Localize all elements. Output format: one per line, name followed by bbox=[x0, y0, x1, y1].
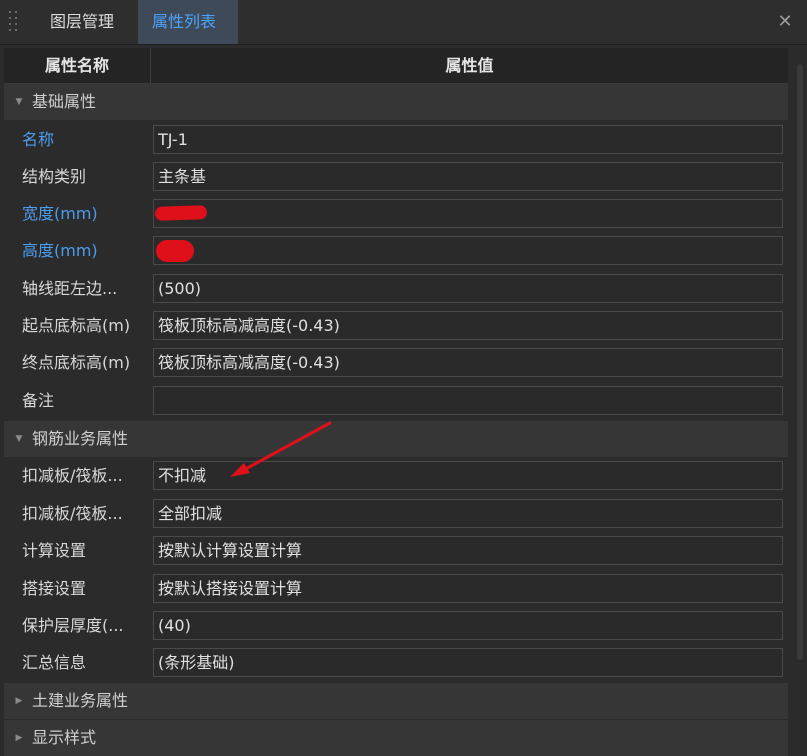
vertical-scrollbar[interactable] bbox=[797, 64, 803, 660]
property-row-height: 高度(mm) bbox=[4, 232, 788, 269]
property-table-header: 属性名称 属性值 bbox=[4, 48, 788, 84]
group-label: 土建业务属性 bbox=[32, 691, 129, 710]
property-label: 搭接设置 bbox=[22, 579, 87, 598]
group-label: 钢筋业务属性 bbox=[32, 429, 129, 448]
column-header-name: 属性名称 bbox=[4, 48, 151, 83]
triangle-down-icon[interactable]: ▼ bbox=[12, 84, 26, 120]
property-value-field[interactable] bbox=[153, 386, 783, 415]
property-value-field[interactable]: (500) bbox=[153, 274, 783, 303]
property-value-field[interactable]: 主条基 bbox=[153, 162, 783, 191]
property-label: 结构类别 bbox=[22, 167, 87, 186]
group-basic-properties[interactable]: ▼ 基础属性 bbox=[4, 84, 788, 120]
redaction-mark bbox=[154, 205, 208, 221]
property-value-field[interactable]: TJ-1 bbox=[153, 125, 783, 154]
property-row-lap-settings: 搭接设置 按默认搭接设置计算 bbox=[4, 570, 788, 607]
property-value-field[interactable] bbox=[153, 199, 783, 228]
annotation-arrow bbox=[230, 421, 332, 477]
property-row-deduct-slab-1: 扣减板/筏板... 不扣减 bbox=[4, 457, 788, 494]
property-value-field[interactable]: 筏板顶标高减高度(-0.43) bbox=[153, 311, 783, 340]
column-header-value: 属性值 bbox=[445, 56, 494, 75]
group-rebar-properties[interactable]: ▼ 钢筋业务属性 bbox=[4, 421, 788, 457]
property-value-field[interactable]: 按默认搭接设置计算 bbox=[153, 574, 783, 603]
drag-grip-icon[interactable] bbox=[9, 11, 19, 33]
property-value-field[interactable]: 全部扣减 bbox=[153, 499, 783, 528]
property-value-field[interactable]: (条形基础) bbox=[153, 648, 783, 677]
property-row-summary-info: 汇总信息 (条形基础) bbox=[4, 644, 788, 681]
property-row-remarks: 备注 bbox=[4, 382, 788, 419]
property-row-calc-settings: 计算设置 按默认计算设置计算 bbox=[4, 532, 788, 569]
property-label: 保护层厚度(... bbox=[22, 616, 124, 635]
close-icon[interactable]: ✕ bbox=[777, 11, 793, 33]
property-label: 备注 bbox=[22, 391, 55, 410]
property-row-start-elevation: 起点底标高(m) 筏板顶标高减高度(-0.43) bbox=[4, 307, 788, 344]
property-label: 扣减板/筏板... bbox=[22, 504, 123, 523]
group-label: 显示样式 bbox=[32, 728, 97, 747]
property-label: 宽度(mm) bbox=[22, 204, 98, 223]
property-value-field[interactable] bbox=[153, 236, 783, 265]
property-label: 终点底标高(m) bbox=[22, 353, 131, 372]
property-label: 高度(mm) bbox=[22, 241, 98, 260]
property-row-cover-thickness: 保护层厚度(... (40) bbox=[4, 607, 788, 644]
property-label: 扣减板/筏板... bbox=[22, 466, 123, 485]
property-value-field[interactable]: (40) bbox=[153, 611, 783, 640]
redaction-mark bbox=[156, 240, 194, 262]
property-value-field[interactable]: 筏板顶标高减高度(-0.43) bbox=[153, 348, 783, 377]
property-row-width: 宽度(mm) bbox=[4, 195, 788, 232]
property-label: 汇总信息 bbox=[22, 653, 87, 672]
group-civil-properties[interactable]: ▶ 土建业务属性 bbox=[4, 683, 788, 719]
triangle-right-icon[interactable]: ▶ bbox=[12, 683, 26, 719]
property-value-field[interactable]: 按默认计算设置计算 bbox=[153, 536, 783, 565]
property-label: 计算设置 bbox=[22, 541, 87, 560]
triangle-down-icon[interactable]: ▼ bbox=[12, 421, 26, 457]
property-row-axis-offset: 轴线距左边... (500) bbox=[4, 270, 788, 307]
tab-property-list[interactable]: 属性列表 bbox=[138, 0, 238, 44]
property-label: 轴线距左边... bbox=[22, 279, 118, 298]
tab-bar: 图层管理 属性列表 ✕ bbox=[0, 0, 807, 45]
property-label: 名称 bbox=[22, 130, 55, 149]
property-row-name: 名称 TJ-1 bbox=[4, 121, 788, 158]
property-row-deduct-slab-2: 扣减板/筏板... 全部扣减 bbox=[4, 495, 788, 532]
group-label: 基础属性 bbox=[32, 92, 97, 111]
group-display-style[interactable]: ▶ 显示样式 bbox=[4, 720, 788, 756]
property-row-structure-type: 结构类别 主条基 bbox=[4, 158, 788, 195]
property-row-end-elevation: 终点底标高(m) 筏板顶标高减高度(-0.43) bbox=[4, 344, 788, 381]
property-label: 起点底标高(m) bbox=[22, 316, 131, 335]
tab-layer-management[interactable]: 图层管理 bbox=[36, 0, 136, 44]
triangle-right-icon[interactable]: ▶ bbox=[12, 720, 26, 756]
